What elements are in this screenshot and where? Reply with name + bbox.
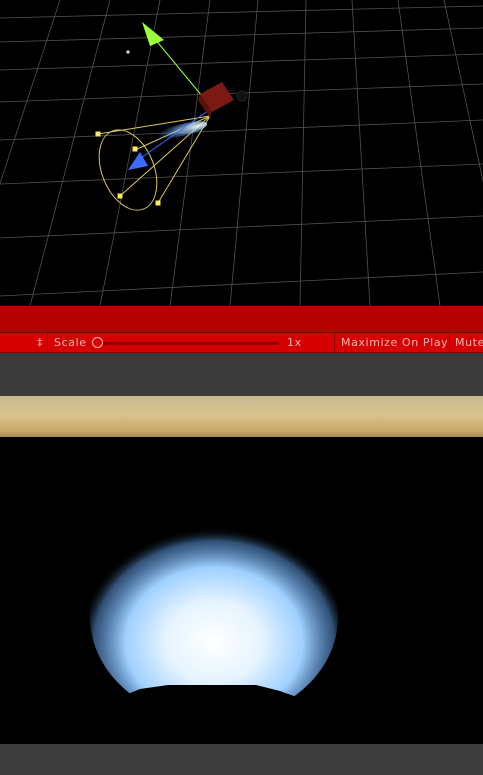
scale-value: 1x: [287, 336, 302, 349]
scale-label: Scale: [54, 336, 87, 349]
game-view[interactable]: [0, 437, 483, 744]
scene-view[interactable]: [0, 0, 483, 306]
spot-light-gizmo-icon[interactable]: [0, 0, 483, 306]
scale-slider-thumb[interactable]: [92, 337, 103, 348]
maximize-on-play-toggle[interactable]: Maximize On Play: [341, 333, 448, 352]
mute-toggle[interactable]: Mute: [455, 333, 483, 352]
game-view-letterbox-top: [0, 353, 483, 396]
cube-icon[interactable]: [198, 82, 234, 118]
game-view-letterbox-bottom: [0, 744, 483, 775]
skybox-horizon: [0, 396, 483, 437]
aspect-dropdown-icon[interactable]: ‡: [37, 333, 43, 352]
arrow-y-icon[interactable]: [142, 22, 164, 46]
light-glow: [90, 513, 338, 744]
scene-bottom-band: [0, 306, 483, 332]
game-view-toolbar: ‡ Scale 1x Maximize On Play Mute: [0, 332, 483, 353]
scale-slider-track[interactable]: [96, 342, 279, 345]
